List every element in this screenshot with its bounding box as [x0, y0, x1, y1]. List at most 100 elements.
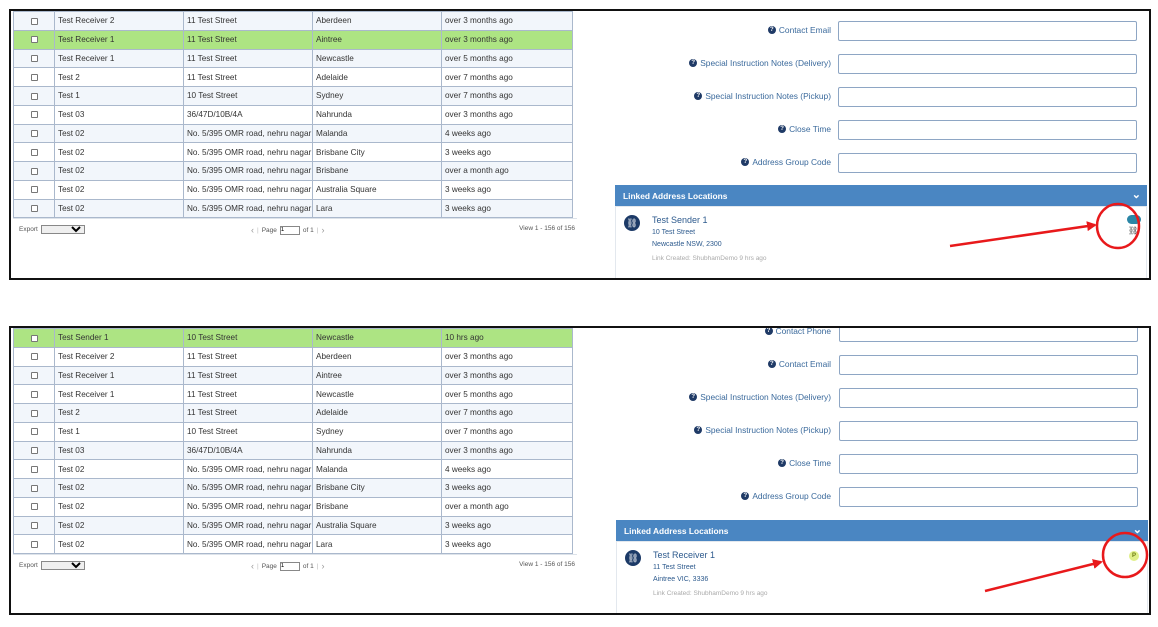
- cell-street: No. 5/395 OMR road, nehru nagar: [183, 534, 313, 554]
- close-time-input[interactable]: [839, 454, 1138, 474]
- contact-email-input[interactable]: [838, 21, 1137, 41]
- linked-address-header[interactable]: Linked Address Locations ⌄: [616, 520, 1148, 541]
- row-checkbox[interactable]: [30, 409, 38, 417]
- row-checkbox[interactable]: [30, 186, 38, 194]
- table-row[interactable]: Test 02 No. 5/395 OMR road, nehru nagar Br…: [13, 161, 573, 181]
- form-row-pickup-notes: ? Special Instruction Notes (Pickup): [605, 421, 1149, 441]
- cell-street: 10 Test Street: [183, 86, 313, 106]
- address-group-code-input[interactable]: [839, 487, 1138, 507]
- table-row[interactable]: Test 1 10 Test Street Sydney over 7 months …: [13, 421, 573, 442]
- row-checkbox-cell: [13, 142, 55, 162]
- cell-street: No. 5/395 OMR road, nehru nagar: [183, 161, 313, 181]
- prev-page-icon[interactable]: ‹: [251, 225, 254, 235]
- linked-address-name: Test Sender 1: [652, 215, 708, 225]
- table-row[interactable]: Test Receiver 1 11 Test Street Newcastle ov…: [13, 384, 573, 404]
- table-row[interactable]: Test 2 11 Test Street Adelaide over 7 month…: [13, 67, 573, 87]
- delivery-notes-input[interactable]: [839, 388, 1138, 408]
- row-checkbox[interactable]: [30, 17, 38, 25]
- row-checkbox[interactable]: [30, 522, 38, 530]
- row-checkbox[interactable]: [30, 36, 38, 44]
- pickup-notes-input[interactable]: [838, 87, 1137, 107]
- table-row[interactable]: Test 1 10 Test Street Sydney over 7 months …: [13, 86, 573, 106]
- row-checkbox[interactable]: [30, 73, 38, 81]
- question-circle-icon: ?: [778, 459, 787, 467]
- table-row[interactable]: Test Receiver 1 11 Test Street Aintree over…: [13, 29, 573, 50]
- page-input[interactable]: [279, 561, 300, 571]
- next-page-icon[interactable]: ›: [321, 561, 324, 571]
- unlink-icon[interactable]: ⛓: [1128, 226, 1138, 235]
- table-row[interactable]: Test Receiver 2 11 Test Street Aberdeen ove…: [13, 11, 573, 31]
- question-circle-icon: ?: [741, 158, 750, 166]
- row-checkbox[interactable]: [30, 334, 38, 342]
- page-input[interactable]: [279, 225, 300, 235]
- form-row-address-group-code: ? Address Group Code: [605, 153, 1149, 173]
- chevron-down-icon[interactable]: ⌄: [1133, 523, 1142, 536]
- table-row[interactable]: Test 02 No. 5/395 OMR road, nehru nagar La…: [13, 534, 573, 554]
- row-checkbox[interactable]: [30, 390, 38, 398]
- row-checkbox[interactable]: [30, 353, 38, 361]
- linked-address-header[interactable]: Linked Address Locations ⌄: [615, 185, 1147, 206]
- link-icon: ⛓: [624, 215, 640, 231]
- table-row[interactable]: Test 02 No. 5/395 OMR road, nehru nagar Br…: [13, 478, 573, 498]
- export-select[interactable]: [40, 225, 85, 235]
- row-checkbox[interactable]: [30, 167, 38, 175]
- cell-name: Test 02: [54, 198, 184, 219]
- row-checkbox[interactable]: [30, 372, 38, 380]
- table-row[interactable]: Test 03 36/47D/10B/4A Nahrunda over 3 month…: [13, 104, 573, 125]
- contact-email-input[interactable]: [839, 355, 1138, 375]
- table-row[interactable]: Test 02 No. 5/395 OMR road, nehru nagar Au…: [13, 515, 573, 536]
- table-row[interactable]: Test Receiver 1 11 Test Street Aintree over…: [13, 365, 573, 386]
- cell-name: Test 02: [54, 161, 184, 181]
- cell-suburb: Aberdeen: [312, 346, 442, 367]
- cell-street: No. 5/395 OMR road, nehru nagar: [183, 478, 313, 498]
- form-row-contact-email: ? Contact Email: [605, 21, 1149, 41]
- table-row[interactable]: Test 2 11 Test Street Adelaide over 7 month…: [13, 403, 573, 423]
- export-select[interactable]: [40, 561, 85, 570]
- linked-address-name: Test Receiver 1: [653, 550, 716, 560]
- row-checkbox[interactable]: [30, 111, 38, 119]
- row-checkbox[interactable]: [30, 447, 38, 455]
- link-toggle[interactable]: [1127, 215, 1141, 224]
- row-checkbox[interactable]: [30, 503, 38, 511]
- row-checkbox[interactable]: [30, 205, 38, 213]
- table-row[interactable]: Test Receiver 1 11 Test Street Newcastle ov…: [13, 48, 573, 69]
- address-form: ? Contact Phone ? Contact Email ? Special I…: [605, 328, 1149, 613]
- row-checkbox[interactable]: [30, 540, 38, 548]
- contact-phone-input[interactable]: [839, 328, 1138, 342]
- primary-badge[interactable]: P: [1129, 551, 1139, 561]
- cell-street: No. 5/395 OMR road, nehru nagar: [183, 496, 313, 517]
- table-row[interactable]: Test Sender 1 10 Test Street Newcastle 10 h…: [13, 328, 573, 348]
- address-group-code-input[interactable]: [838, 153, 1137, 173]
- row-checkbox[interactable]: [30, 130, 38, 138]
- cell-street: 10 Test Street: [183, 328, 313, 348]
- table-row[interactable]: Test Receiver 2 11 Test Street Aberdeen ove…: [13, 346, 573, 367]
- cell-name: Test Receiver 2: [54, 346, 184, 367]
- pickup-notes-input[interactable]: [839, 421, 1138, 441]
- cell-suburb: Malanda: [312, 123, 442, 144]
- table-row[interactable]: Test 02 No. 5/395 OMR road, nehru nagar Br…: [13, 496, 573, 517]
- row-checkbox[interactable]: [30, 148, 38, 156]
- next-page-icon[interactable]: ›: [321, 225, 324, 235]
- close-time-input[interactable]: [838, 120, 1137, 140]
- table-row[interactable]: Test 02 No. 5/395 OMR road, nehru nagar Ma…: [13, 123, 573, 144]
- row-checkbox[interactable]: [30, 55, 38, 63]
- table-row[interactable]: Test 02 No. 5/395 OMR road, nehru nagar Br…: [13, 142, 573, 162]
- table-row[interactable]: Test 02 No. 5/395 OMR road, nehru nagar Ma…: [13, 459, 573, 479]
- row-checkbox[interactable]: [30, 484, 38, 492]
- chevron-down-icon[interactable]: ⌄: [1132, 188, 1141, 201]
- row-checkbox[interactable]: [30, 92, 38, 100]
- export-label: Export: [19, 562, 38, 569]
- cell-name: Test 1: [54, 86, 184, 106]
- prev-page-icon[interactable]: ‹: [251, 561, 254, 571]
- table-row[interactable]: Test 02 No. 5/395 OMR road, nehru nagar La…: [13, 198, 573, 219]
- row-checkbox[interactable]: [30, 428, 38, 436]
- form-row-address-group-code: ? Address Group Code: [605, 487, 1149, 507]
- row-checkbox-cell: [13, 11, 55, 31]
- question-circle-icon: ?: [694, 92, 703, 100]
- cell-date: over 3 months ago: [441, 29, 573, 50]
- delivery-notes-input[interactable]: [838, 54, 1137, 74]
- table-row[interactable]: Test 02 No. 5/395 OMR road, nehru nagar Au…: [13, 179, 573, 200]
- row-checkbox[interactable]: [30, 465, 38, 473]
- table-row[interactable]: Test 03 36/47D/10B/4A Nahrunda over 3 month…: [13, 440, 573, 461]
- row-checkbox-cell: [13, 478, 55, 498]
